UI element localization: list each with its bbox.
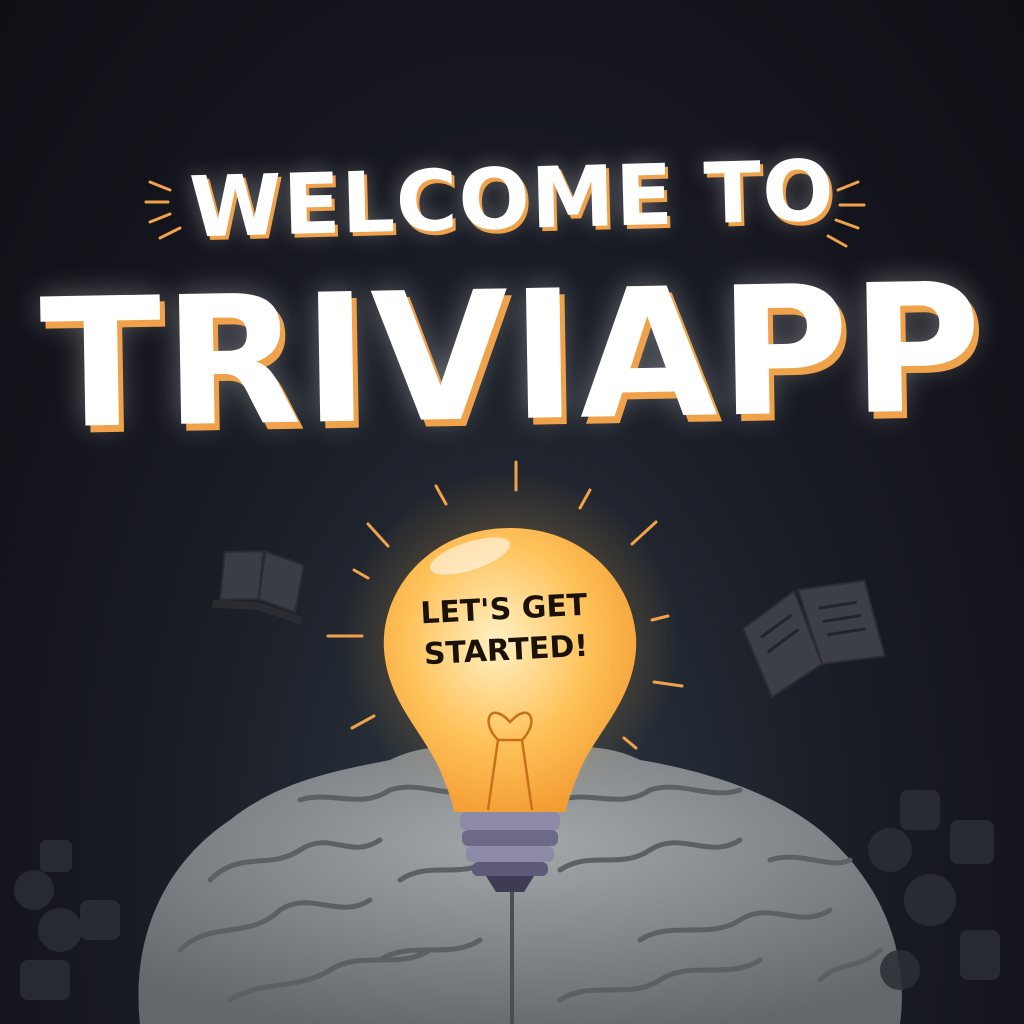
game-pieces-right <box>868 790 1000 990</box>
app-title: TRIVIAPP <box>38 244 986 469</box>
get-started-button[interactable]: LET'S GET STARTED! <box>378 584 632 678</box>
book-icon <box>742 579 886 699</box>
game-pieces-left <box>14 840 120 1000</box>
open-book-icon <box>211 550 305 625</box>
welcome-screen: WELCOME TO TRIVIAPP LET'S GET STARTED! <box>0 0 1024 1024</box>
